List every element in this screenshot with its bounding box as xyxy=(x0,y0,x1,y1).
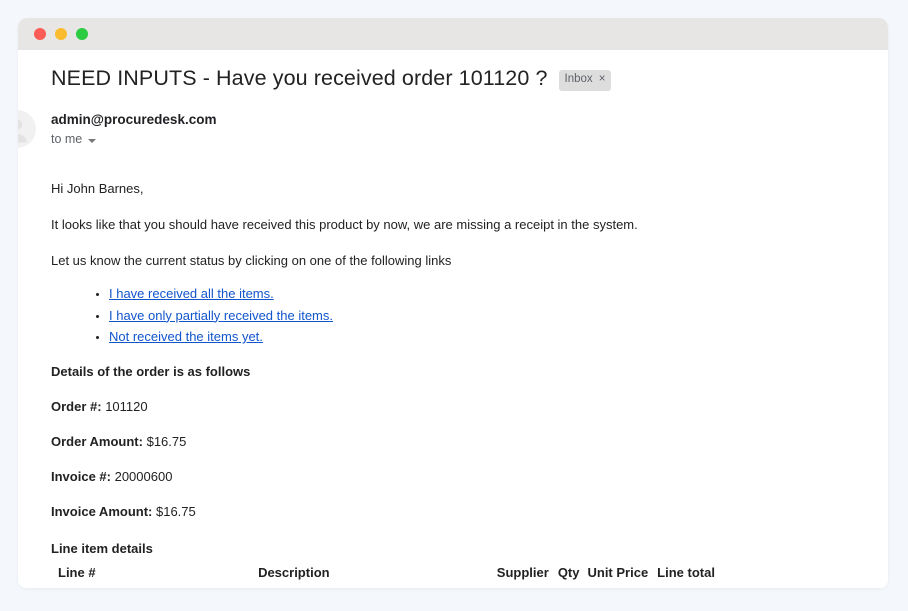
detail-invoice-amount: Invoice Amount: $16.75 xyxy=(51,504,868,519)
link-received-all[interactable]: I have received all the items. xyxy=(109,286,274,301)
email-window: NEED INPUTS - Have you received order 10… xyxy=(18,18,888,588)
detail-value: $16.75 xyxy=(146,434,187,449)
detail-value: 101120 xyxy=(105,399,148,414)
recipient-row[interactable]: to me xyxy=(51,131,888,148)
cell-line-number: 1 xyxy=(53,583,104,588)
inbox-label-chip[interactable]: Inbox × xyxy=(558,70,612,91)
list-item: Not received the items yet. xyxy=(109,329,868,344)
sender-email[interactable]: admin@procuredesk.com xyxy=(51,111,888,128)
details-heading: Details of the order is as follows xyxy=(51,364,251,379)
paragraph-one: It looks like that you should have recei… xyxy=(51,217,638,232)
detail-label: Order #: xyxy=(51,399,102,414)
header-description: Description xyxy=(258,565,330,580)
detail-invoice-number: Invoice #: 20000600 xyxy=(51,469,868,484)
maximize-window-button[interactable] xyxy=(76,28,88,40)
table-row: 1 Polyester Fire Extinguisher Tag, 5-3/4… xyxy=(53,583,715,588)
paragraph-two: Let us know the current status by clicki… xyxy=(51,253,452,268)
header-supplier: Supplier xyxy=(496,565,549,580)
link-not-received[interactable]: Not received the items yet. xyxy=(109,329,263,344)
email-subject: NEED INPUTS - Have you received order 10… xyxy=(51,66,548,90)
subject-row: NEED INPUTS - Have you received order 10… xyxy=(18,50,888,91)
detail-value: $16.75 xyxy=(155,504,196,519)
list-item: I have only partially received the items… xyxy=(109,308,868,323)
link-partially-received[interactable]: I have only partially received the items… xyxy=(109,308,333,323)
detail-order-number: Order #: 101120 xyxy=(51,399,868,414)
status-link-list: I have received all the items. I have on… xyxy=(51,286,868,344)
table-header-row: Line # Description Supplier Qty Unit Pri… xyxy=(53,562,715,583)
header-qty: Qty xyxy=(557,565,580,580)
greeting-text: Hi John Barnes, xyxy=(51,181,144,196)
list-item: I have received all the items. xyxy=(109,286,868,301)
line-items-table: Line # Description Supplier Qty Unit Pri… xyxy=(53,562,715,588)
detail-value: 20000600 xyxy=(114,469,173,484)
minimize-window-button[interactable] xyxy=(55,28,67,40)
header-line-total: Line total xyxy=(657,565,715,580)
detail-label: Invoice #: xyxy=(51,469,111,484)
chevron-down-icon[interactable] xyxy=(88,138,97,143)
inbox-label-text: Inbox xyxy=(564,73,593,86)
cell-description: Polyester Fire Extinguisher Tag, 5-3/4 H… xyxy=(104,583,472,588)
sender-block: admin@procuredesk.com to me xyxy=(18,110,888,153)
header-unit-price: Unit Price xyxy=(587,565,649,580)
close-window-button[interactable] xyxy=(34,28,46,40)
cell-supplier: Grainger Inc. xyxy=(472,583,549,588)
header-line-number: Line # xyxy=(58,565,96,580)
cell-qty: 1.0 xyxy=(549,583,580,588)
email-body: NEED INPUTS - Have you received order 10… xyxy=(18,50,888,588)
cell-unit-price: $16.75 xyxy=(579,583,648,588)
cell-line-total: $16.75 xyxy=(648,583,715,588)
avatar xyxy=(18,110,36,148)
window-titlebar xyxy=(18,18,888,50)
email-content: Hi John Barnes, It looks like that you s… xyxy=(18,181,888,588)
recipient-label: to me xyxy=(51,132,83,146)
detail-order-amount: Order Amount: $16.75 xyxy=(51,434,868,449)
remove-label-icon[interactable]: × xyxy=(599,74,606,86)
detail-label: Invoice Amount: xyxy=(51,504,153,519)
detail-label: Order Amount: xyxy=(51,434,143,449)
line-items-heading: Line item details xyxy=(51,541,153,556)
